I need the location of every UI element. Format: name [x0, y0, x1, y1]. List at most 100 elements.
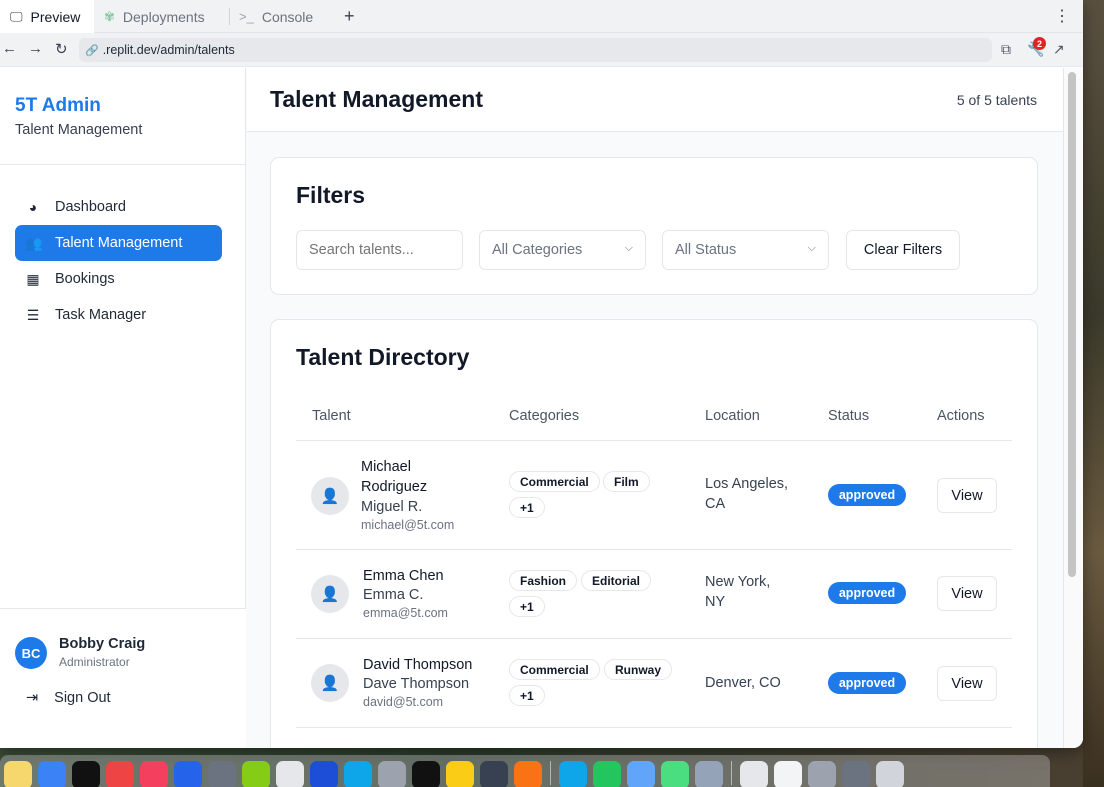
- page-header: Talent Management 5 of 5 talents: [247, 68, 1063, 132]
- sidebar-footer: BC Bobby Craig Administrator ⇥ Sign Out: [0, 608, 246, 748]
- category-chip: Commercial: [509, 471, 600, 492]
- tasks-icon: ☰: [26, 306, 40, 323]
- document-icon[interactable]: [808, 761, 836, 787]
- link-icon: 🔗: [85, 44, 99, 57]
- talent-location: NY: [705, 594, 726, 610]
- category-chip: +1: [509, 596, 545, 617]
- terminal-icon: >_: [239, 9, 254, 24]
- user-role: Administrator: [59, 655, 130, 669]
- scrollbar[interactable]: [1063, 68, 1083, 748]
- status-badge: approved: [828, 582, 906, 604]
- talent-email: emma@5t.com: [363, 606, 448, 620]
- sidebar-item-label: Talent Management: [55, 235, 183, 251]
- open-external-icon[interactable]: ↗: [1053, 41, 1065, 58]
- forward-icon[interactable]: →: [28, 40, 43, 57]
- app-icon[interactable]: [242, 761, 270, 787]
- table-row: 👤 Michael Rodriguez Miguel R. michael@5t…: [296, 441, 1012, 550]
- address-bar: ← → ↻ 🔗 .replit.dev/admin/talents ⧉ 🔧 ↗: [0, 33, 1083, 67]
- column-header-categories: Categories: [509, 408, 580, 424]
- talent-location: New York,: [705, 574, 771, 590]
- sidebar-item-task-manager[interactable]: ☰ Task Manager: [15, 297, 222, 333]
- app-icon[interactable]: [412, 761, 440, 787]
- table-row: 👤 Emma Chen Emma C. emma@5t.com Fashion …: [296, 550, 1012, 639]
- settings-app-icon[interactable]: [208, 761, 236, 787]
- tab-label: Deployments: [122, 8, 205, 25]
- git-app-icon[interactable]: [106, 761, 134, 787]
- sidebar-item-label: Dashboard: [55, 199, 126, 215]
- talent-name: Emma Chen: [363, 568, 444, 584]
- talent-alias: Emma C.: [363, 587, 424, 603]
- more-menu-icon[interactable]: ⋮: [1054, 6, 1070, 26]
- chrome-app-icon[interactable]: [446, 761, 474, 787]
- app-icon[interactable]: [695, 761, 723, 787]
- status-badge: approved: [828, 672, 906, 694]
- app-icon[interactable]: [344, 761, 372, 787]
- tab-bar: 🖵 Preview ✾ Deployments >_ Console + ⋮: [0, 0, 1083, 33]
- app-icon[interactable]: [480, 761, 508, 787]
- tv-app-icon[interactable]: [72, 761, 100, 787]
- music-app-icon[interactable]: [140, 761, 168, 787]
- clear-filters-button[interactable]: Clear Filters: [846, 230, 960, 270]
- document-icon[interactable]: [842, 761, 870, 787]
- calendar-icon: ▦: [26, 270, 40, 287]
- tab-console[interactable]: >_ Console: [229, 0, 333, 33]
- app-icon[interactable]: [378, 761, 406, 787]
- tab-preview[interactable]: 🖵 Preview: [0, 0, 94, 33]
- url-field[interactable]: 🔗 .replit.dev/admin/talents: [79, 38, 992, 62]
- sidebar-item-dashboard[interactable]: ◕ Dashboard: [15, 189, 222, 225]
- messages-app-icon[interactable]: [661, 761, 689, 787]
- trash-icon[interactable]: [876, 761, 904, 787]
- column-header-location: Location: [705, 408, 760, 424]
- telegram-app-icon[interactable]: [559, 761, 587, 787]
- status-select[interactable]: All Status ⌵: [662, 230, 829, 270]
- tab-deployments[interactable]: ✾ Deployments: [94, 0, 228, 33]
- notification-badge: 2: [1033, 37, 1046, 50]
- category-select[interactable]: All Categories ⌵: [479, 230, 646, 270]
- vscode-app-icon[interactable]: [310, 761, 338, 787]
- avatar[interactable]: BC: [15, 637, 47, 669]
- app-icon[interactable]: [627, 761, 655, 787]
- category-chip: Commercial: [509, 659, 600, 680]
- scrollbar-thumb[interactable]: [1068, 72, 1076, 577]
- app-root: 5T Admin Talent Management ◕ Dashboard 👥…: [0, 68, 1083, 748]
- tab-label: Console: [261, 8, 314, 25]
- sidebar-divider: [0, 164, 246, 165]
- reload-icon[interactable]: ↻: [55, 40, 68, 58]
- chatgpt-app-icon[interactable]: [276, 761, 304, 787]
- category-chip: Editorial: [581, 570, 652, 591]
- new-tab-button[interactable]: +: [344, 6, 355, 27]
- search-input[interactable]: [296, 230, 463, 270]
- view-button[interactable]: View: [937, 666, 997, 701]
- document-icon[interactable]: [740, 761, 768, 787]
- sign-out-label: Sign Out: [54, 690, 111, 706]
- view-button[interactable]: View: [937, 478, 997, 513]
- notes-app-icon[interactable]: [4, 761, 32, 787]
- category-chip: Fashion: [509, 570, 578, 591]
- sign-out-icon: ⇥: [26, 690, 39, 706]
- sidebar-item-label: Bookings: [55, 271, 115, 287]
- whatsapp-app-icon[interactable]: [593, 761, 621, 787]
- app-store-icon[interactable]: [174, 761, 202, 787]
- column-header-talent: Talent: [312, 408, 351, 424]
- tab-label: Preview: [30, 8, 81, 25]
- document-icon[interactable]: [774, 761, 802, 787]
- talent-location: Denver, CO: [705, 675, 781, 691]
- devices-icon[interactable]: ⧉: [1001, 41, 1011, 58]
- brand-title[interactable]: 5T Admin: [15, 95, 101, 117]
- back-icon[interactable]: ←: [2, 40, 17, 57]
- talent-name: Michael: [361, 459, 411, 475]
- dock-separator: [550, 761, 551, 785]
- talent-alias: Dave Thompson: [363, 676, 470, 692]
- view-button[interactable]: View: [937, 576, 997, 611]
- freeform-app-icon[interactable]: [38, 761, 66, 787]
- person-icon: 👤: [311, 477, 349, 515]
- sidebar-item-bookings[interactable]: ▦ Bookings: [15, 261, 222, 297]
- talent-name: Rodriguez: [361, 479, 428, 495]
- filters-title: Filters: [296, 182, 366, 208]
- sign-out-button[interactable]: ⇥ Sign Out: [26, 690, 111, 706]
- claude-app-icon[interactable]: [514, 761, 542, 787]
- talent-location: CA: [705, 496, 726, 512]
- column-header-actions: Actions: [937, 408, 985, 424]
- talent-email: david@5t.com: [363, 695, 444, 709]
- sidebar-item-talent-management[interactable]: 👥 Talent Management: [15, 225, 222, 261]
